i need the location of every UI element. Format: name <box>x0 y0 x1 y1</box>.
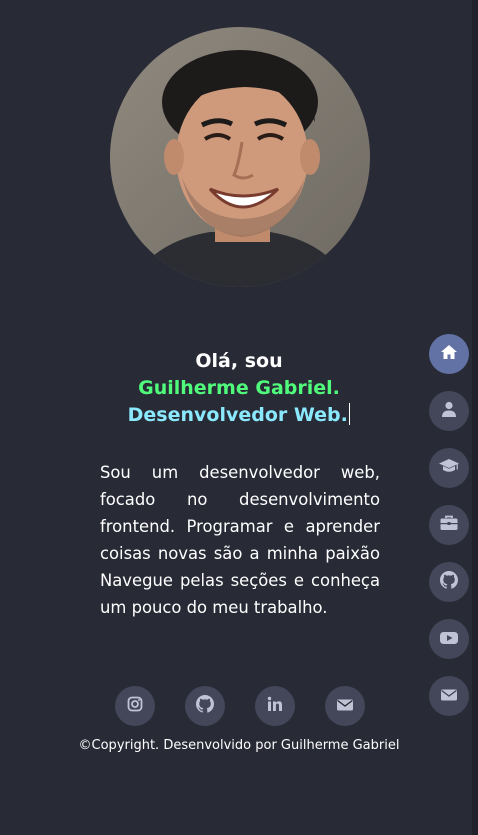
nav-youtube-button[interactable] <box>429 619 469 659</box>
user-icon <box>441 401 457 421</box>
role-line: Desenvolvedor Web. <box>0 402 478 429</box>
nav-github-button[interactable] <box>429 562 469 602</box>
linkedin-button[interactable] <box>255 686 295 726</box>
graduation-cap-icon <box>439 458 459 478</box>
email-icon <box>337 697 353 716</box>
github-icon <box>440 571 459 593</box>
github-button[interactable] <box>185 686 225 726</box>
avatar <box>110 27 370 287</box>
email-icon <box>441 687 457 706</box>
social-links <box>115 686 365 726</box>
youtube-icon <box>440 630 458 649</box>
briefcase-icon <box>440 515 458 535</box>
nav-about-button[interactable] <box>429 391 469 431</box>
nav-education-button[interactable] <box>429 448 469 488</box>
linkedin-icon <box>267 696 283 716</box>
name-text: Guilherme Gabriel. <box>138 377 340 399</box>
instagram-icon <box>127 696 143 716</box>
side-navigation <box>429 334 469 716</box>
email-button[interactable] <box>325 686 365 726</box>
about-paragraph: Sou um desenvolvedor web, focado no dese… <box>100 463 380 617</box>
greeting-text: Olá, sou <box>195 350 283 372</box>
instagram-button[interactable] <box>115 686 155 726</box>
role-text: Desenvolvedor Web. <box>127 404 348 426</box>
hero-heading: Olá, sou Guilherme Gabriel. Desenvolvedo… <box>0 348 478 429</box>
github-icon <box>196 695 215 717</box>
nav-home-button[interactable] <box>429 334 469 374</box>
typing-caret <box>348 403 351 425</box>
home-icon <box>440 344 458 364</box>
footer-copyright: ©Copyright. Desenvolvido por Guilherme G… <box>78 738 400 753</box>
nav-email-button[interactable] <box>429 676 469 716</box>
nav-portfolio-button[interactable] <box>429 505 469 545</box>
